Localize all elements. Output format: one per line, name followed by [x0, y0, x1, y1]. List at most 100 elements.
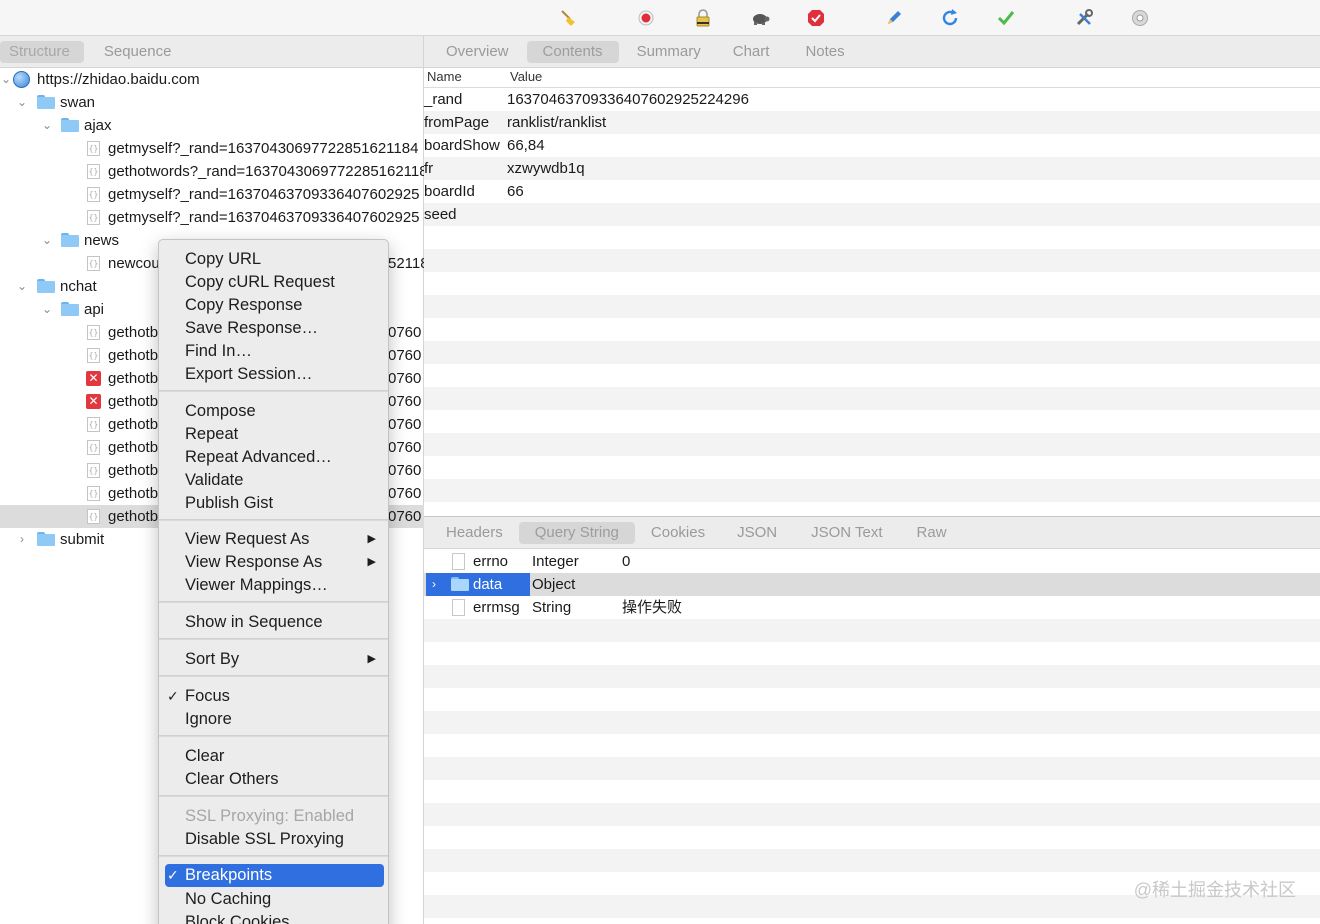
param-name: boardShow: [424, 137, 500, 154]
menu-item-breakpoints[interactable]: ✓ Breakpoints: [165, 864, 384, 887]
folder-label: nchat: [60, 278, 97, 295]
menu-item-focus[interactable]: ✓ Focus: [165, 685, 384, 708]
refresh-icon[interactable]: [938, 6, 962, 30]
request-label-tail: 0760: [388, 324, 422, 341]
tab-overview[interactable]: Overview: [430, 41, 525, 63]
menu-item-clear-others[interactable]: Clear Others: [165, 768, 384, 791]
json-file-icon: {}: [87, 187, 100, 202]
submenu-arrow-icon: ▶: [367, 653, 376, 665]
tab-contents[interactable]: Contents: [526, 40, 619, 63]
table-row[interactable]: boardShow 66,84: [424, 134, 1320, 157]
tab-headers[interactable]: Headers: [430, 522, 519, 544]
menu-item-viewer-mappings[interactable]: Viewer Mappings…: [165, 574, 384, 597]
checkmark-icon[interactable]: [994, 6, 1018, 30]
tab-sequence[interactable]: Sequence: [88, 41, 188, 63]
tree-row-swan[interactable]: ⌄ swan: [0, 91, 424, 114]
tree-row-host[interactable]: ⌄ https://zhidao.baidu.com: [0, 68, 424, 91]
menu-item-copy-response[interactable]: Copy Response: [165, 294, 384, 317]
tab-structure[interactable]: Structure: [0, 40, 84, 63]
pen-icon[interactable]: [882, 6, 906, 30]
tree-row-request[interactable]: {} getmyself?_rand=163704637093364076029…: [0, 206, 424, 229]
tree-row-request[interactable]: {} getmyself?_rand=163704637093364076029…: [0, 183, 424, 206]
type-label: Integer: [532, 553, 579, 570]
settings-icon[interactable]: [1128, 6, 1152, 30]
chevron-down-icon[interactable]: ⌄: [41, 229, 53, 252]
request-label: gethotb: [108, 416, 159, 433]
tree-row-ajax[interactable]: ⌄ ajax: [0, 114, 424, 137]
tab-chart[interactable]: Chart: [717, 41, 786, 63]
folder-icon: [61, 302, 79, 316]
tab-cookies[interactable]: Cookies: [635, 522, 721, 544]
document-icon: [452, 599, 465, 616]
tab-json[interactable]: JSON: [721, 522, 793, 544]
stop-icon[interactable]: [804, 6, 828, 30]
menu-item-copy-curl[interactable]: Copy cURL Request: [165, 271, 384, 294]
menu-item-repeat[interactable]: Repeat: [165, 423, 384, 446]
request-label-tail: 0760: [388, 439, 422, 456]
tab-json-text[interactable]: JSON Text: [795, 522, 898, 544]
tab-notes[interactable]: Notes: [789, 41, 860, 63]
menu-item-sort-by[interactable]: Sort By ▶: [165, 648, 384, 671]
table-row[interactable]: fr xzwywdb1q: [424, 157, 1320, 180]
menu-item-disable-ssl[interactable]: Disable SSL Proxying: [165, 828, 384, 851]
menu-item-export-session[interactable]: Export Session…: [165, 363, 384, 386]
empty-row: [424, 272, 1320, 295]
tree-row-request[interactable]: {} getmyself?_rand=163704306977228516211…: [0, 137, 424, 160]
folder-icon: [37, 532, 55, 546]
tools-icon[interactable]: [1072, 6, 1096, 30]
menu-item-validate[interactable]: Validate: [165, 469, 384, 492]
menu-item-view-request-as[interactable]: View Request As ▶: [165, 528, 384, 551]
tab-query-string[interactable]: Query String: [518, 521, 635, 544]
chevron-down-icon[interactable]: ⌄: [41, 114, 53, 137]
column-name[interactable]: Name: [427, 69, 462, 84]
chevron-right-icon[interactable]: ›: [16, 528, 28, 551]
chevron-down-icon[interactable]: ⌄: [41, 298, 53, 321]
request-label: gethotb: [108, 347, 159, 364]
broom-icon[interactable]: [556, 6, 580, 30]
table-row[interactable]: boardId 66: [424, 180, 1320, 203]
menu-item-copy-url[interactable]: Copy URL: [165, 248, 384, 271]
menu-item-compose[interactable]: Compose: [165, 400, 384, 423]
json-file-icon: {}: [87, 256, 100, 271]
empty-row: [424, 341, 1320, 364]
param-value: xzwywdb1q: [507, 160, 585, 177]
chevron-right-icon[interactable]: ›: [432, 573, 436, 596]
menu-item-ignore[interactable]: Ignore: [165, 708, 384, 731]
menu-item-block-cookies[interactable]: Block Cookies: [165, 911, 384, 924]
chevron-down-icon[interactable]: ⌄: [0, 68, 12, 91]
tree-row-request[interactable]: {} gethotwords?_rand=1637043069772285162…: [0, 160, 424, 183]
menu-item-repeat-advanced[interactable]: Repeat Advanced…: [165, 446, 384, 469]
param-value: 66,84: [507, 137, 545, 154]
column-value[interactable]: Value: [510, 69, 542, 84]
menu-item-view-response-as[interactable]: View Response As ▶: [165, 551, 384, 574]
table-row[interactable]: _rand 16370463709336407602925224296: [424, 88, 1320, 111]
table-row[interactable]: errno Integer 0: [424, 550, 1320, 573]
menu-item-save-response[interactable]: Save Response…: [165, 317, 384, 340]
table-row[interactable]: seed: [424, 203, 1320, 226]
chevron-down-icon[interactable]: ⌄: [16, 275, 28, 298]
lock-icon[interactable]: [691, 6, 715, 30]
folder-icon: [61, 118, 79, 132]
request-label: gethotb: [108, 462, 159, 479]
json-file-icon: {}: [87, 509, 100, 524]
menu-item-clear[interactable]: Clear: [165, 745, 384, 768]
key-label: errmsg: [473, 599, 520, 616]
folder-label: news: [84, 232, 120, 249]
table-row[interactable]: errmsg String 操作失败: [424, 596, 1320, 619]
host-label: https://zhidao.baidu.com: [37, 71, 200, 88]
request-label: gethotb: [108, 324, 159, 341]
tab-raw[interactable]: Raw: [901, 522, 963, 544]
folder-icon: [37, 279, 55, 293]
menu-item-show-in-sequence[interactable]: Show in Sequence: [165, 611, 384, 634]
menu-item-no-caching[interactable]: No Caching: [165, 888, 384, 911]
table-row-selected[interactable]: › data Object: [424, 573, 1320, 596]
menu-item-publish-gist[interactable]: Publish Gist: [165, 492, 384, 515]
menu-separator: [159, 519, 388, 521]
turtle-icon[interactable]: [748, 6, 772, 30]
tab-summary[interactable]: Summary: [621, 41, 717, 63]
record-icon[interactable]: [634, 6, 658, 30]
menu-separator: [159, 675, 388, 677]
table-row[interactable]: fromPage ranklist/ranklist: [424, 111, 1320, 134]
chevron-down-icon[interactable]: ⌄: [16, 91, 28, 114]
menu-item-find-in[interactable]: Find In…: [165, 340, 384, 363]
